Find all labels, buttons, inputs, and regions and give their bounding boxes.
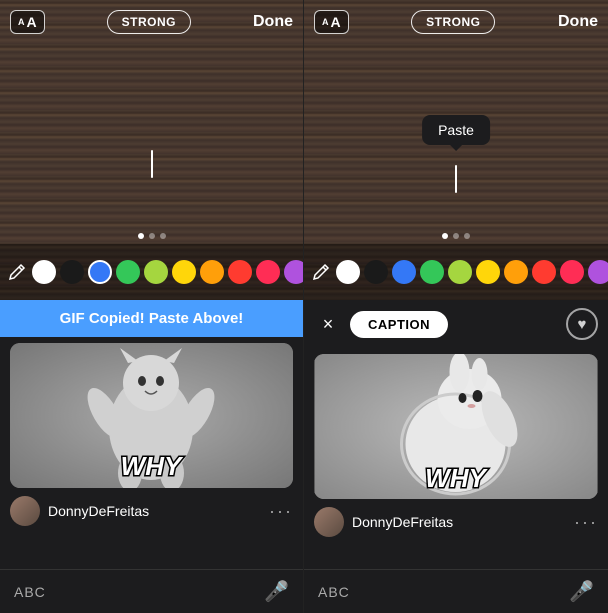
caption-bar: × CAPTION ♥ (304, 300, 608, 348)
color-red-right[interactable] (532, 260, 556, 284)
paste-tooltip[interactable]: Paste (422, 115, 490, 145)
dot-3-right (464, 233, 470, 239)
color-palette-left (0, 244, 303, 300)
big-a-right: A (331, 14, 341, 30)
gif-image-right[interactable]: WHY (314, 354, 598, 499)
pen-icon-right[interactable] (312, 258, 330, 286)
done-button-right[interactable]: Done (558, 13, 598, 31)
color-black-right[interactable] (364, 260, 388, 284)
color-yellow-left[interactable] (172, 260, 196, 284)
gif-copied-text: GIF Copied! Paste Above! (60, 310, 244, 327)
color-orange-right[interactable] (504, 260, 528, 284)
color-green-right[interactable] (420, 260, 444, 284)
caption-button[interactable]: CAPTION (350, 311, 448, 338)
gif-item-left: WHY DonnyDeFreitas ··· (0, 337, 303, 534)
mic-icon-left[interactable]: 🎤 (264, 579, 289, 604)
big-a-left: A (27, 14, 37, 30)
username-right: DonnyDeFreitas (352, 514, 453, 530)
gif-copied-banner: GIF Copied! Paste Above! (0, 300, 303, 337)
color-white-left[interactable] (32, 260, 56, 284)
cursor-right (455, 165, 457, 193)
more-button-right[interactable]: ··· (574, 512, 598, 533)
color-yellow-green-right[interactable] (448, 260, 472, 284)
close-button[interactable]: × (314, 310, 342, 338)
dot-1-right (442, 233, 448, 239)
color-yellow-green-left[interactable] (144, 260, 168, 284)
heart-button[interactable]: ♥ (566, 308, 598, 340)
editor-area-right[interactable]: A A STRONG Done Paste (304, 0, 608, 300)
color-white-right[interactable] (336, 260, 360, 284)
dot-2-right (453, 233, 459, 239)
svg-text:WHY: WHY (121, 451, 184, 481)
gif-meta-right: DonnyDeFreitas ··· (314, 505, 598, 539)
color-purple-left[interactable] (284, 260, 303, 284)
svg-text:WHY: WHY (425, 463, 488, 493)
done-button-left[interactable]: Done (253, 13, 293, 31)
color-red-left[interactable] (228, 260, 252, 284)
style-button-right[interactable]: STRONG (411, 10, 495, 34)
color-blue-left[interactable] (88, 260, 112, 284)
text-size-button-right[interactable]: A A (314, 10, 349, 34)
dot-2-left (149, 233, 155, 239)
color-blue-right[interactable] (392, 260, 416, 284)
mic-icon-right[interactable]: 🎤 (569, 579, 594, 604)
cursor-left (151, 150, 153, 178)
dots-indicator-right (304, 228, 608, 244)
right-panel: A A STRONG Done Paste (304, 0, 608, 613)
color-palette-right (304, 244, 608, 300)
small-a-left: A (18, 17, 25, 27)
pen-icon-left[interactable] (8, 258, 26, 286)
gif-image-left[interactable]: WHY (10, 343, 293, 488)
avatar-right (314, 507, 344, 537)
color-purple-right[interactable] (588, 260, 608, 284)
bottom-section-right: × CAPTION ♥ (304, 300, 608, 613)
abc-label-left: ABC (14, 584, 46, 600)
bottom-section-left: GIF Copied! Paste Above! (0, 300, 303, 613)
style-button-left[interactable]: STRONG (107, 10, 191, 34)
left-panel: A A STRONG Done (0, 0, 304, 613)
gif-meta-left: DonnyDeFreitas ··· (10, 494, 293, 528)
keyboard-bar-left: ABC 🎤 (0, 569, 303, 613)
keyboard-bar-right: ABC 🎤 (304, 569, 608, 613)
color-green-left[interactable] (116, 260, 140, 284)
dot-1-left (138, 233, 144, 239)
top-bar-right: A A STRONG Done (304, 0, 608, 44)
small-a-right: A (322, 17, 329, 27)
color-yellow-right[interactable] (476, 260, 500, 284)
more-button-left[interactable]: ··· (269, 501, 293, 522)
abc-label-right: ABC (318, 584, 350, 600)
editor-area-left[interactable]: A A STRONG Done (0, 0, 303, 300)
username-left: DonnyDeFreitas (48, 503, 149, 519)
color-orange-left[interactable] (200, 260, 224, 284)
dots-indicator-left (0, 228, 303, 244)
text-size-button-left[interactable]: A A (10, 10, 45, 34)
dot-3-left (160, 233, 166, 239)
color-pink-right[interactable] (560, 260, 584, 284)
color-black-left[interactable] (60, 260, 84, 284)
gif-item-right: WHY DonnyDeFreitas ··· (304, 348, 608, 545)
color-pink-left[interactable] (256, 260, 280, 284)
avatar-left (10, 496, 40, 526)
top-bar-left: A A STRONG Done (0, 0, 303, 44)
